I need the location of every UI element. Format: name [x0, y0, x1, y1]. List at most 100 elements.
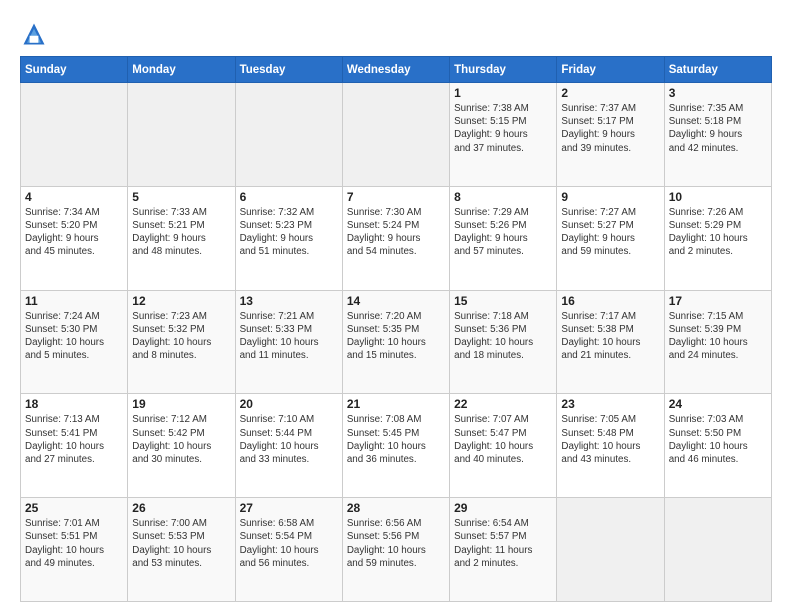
calendar-cell: 15 Sunrise: 7:18 AM Sunset: 5:36 PM Dayli…: [450, 290, 557, 394]
day-number: 22: [454, 397, 552, 411]
calendar-cell: 28Sunrise: 6:56 AM Sunset: 5:56 PM Dayli…: [342, 498, 449, 602]
calendar-cell: [342, 83, 449, 187]
day-number: 28: [347, 501, 445, 515]
header: [20, 16, 772, 48]
week-row-5: 25 Sunrise: 7:01 AM Sunset: 5:51 PM Dayli…: [21, 498, 772, 602]
day-number: 29: [454, 501, 552, 515]
day-info: Sunrise: 6:58 AM Sunset: 5:54 PM Dayligh…: [240, 517, 338, 570]
calendar-cell: 21Sunrise: 7:08 AM Sunset: 5:45 PM Dayli…: [342, 394, 449, 498]
week-row-4: 18 Sunrise: 7:13 AM Sunset: 5:41 PM Dayli…: [21, 394, 772, 498]
day-info: Sunrise: 7:30 AM Sunset: 5:24 PM Dayligh…: [347, 206, 445, 259]
weekday-header-saturday: Saturday: [664, 57, 771, 83]
day-info: Sunrise: 7:10 AM Sunset: 5:44 PM Dayligh…: [240, 413, 338, 466]
weekday-header-wednesday: Wednesday: [342, 57, 449, 83]
calendar-cell: [664, 498, 771, 602]
day-number: 24: [669, 397, 767, 411]
day-number: 9: [561, 190, 659, 204]
day-number: 5: [132, 190, 230, 204]
calendar-cell: 19Sunrise: 7:12 AM Sunset: 5:42 PM Dayli…: [128, 394, 235, 498]
day-number: 4: [25, 190, 123, 204]
calendar-cell: 3Sunrise: 7:35 AM Sunset: 5:18 PM Daylig…: [664, 83, 771, 187]
day-info: Sunrise: 7:21 AM Sunset: 5:33 PM Dayligh…: [240, 310, 338, 363]
calendar-cell: 17 Sunrise: 7:15 AM Sunset: 5:39 PM Dayli…: [664, 290, 771, 394]
day-info: Sunrise: 7:08 AM Sunset: 5:45 PM Dayligh…: [347, 413, 445, 466]
day-number: 13: [240, 294, 338, 308]
calendar-cell: 10 Sunrise: 7:26 AM Sunset: 5:29 PM Dayli…: [664, 186, 771, 290]
day-info: Sunrise: 7:05 AM Sunset: 5:48 PM Dayligh…: [561, 413, 659, 466]
week-row-3: 11Sunrise: 7:24 AM Sunset: 5:30 PM Dayli…: [21, 290, 772, 394]
calendar-cell: 18 Sunrise: 7:13 AM Sunset: 5:41 PM Dayli…: [21, 394, 128, 498]
day-number: 18: [25, 397, 123, 411]
calendar-cell: 13 Sunrise: 7:21 AM Sunset: 5:33 PM Dayli…: [235, 290, 342, 394]
calendar-cell: [128, 83, 235, 187]
day-number: 20: [240, 397, 338, 411]
calendar-cell: 23 Sunrise: 7:05 AM Sunset: 5:48 PM Dayli…: [557, 394, 664, 498]
calendar-cell: 9 Sunrise: 7:27 AM Sunset: 5:27 PM Daylig…: [557, 186, 664, 290]
week-row-2: 4 Sunrise: 7:34 AM Sunset: 5:20 PM Daylig…: [21, 186, 772, 290]
day-info: Sunrise: 7:37 AM Sunset: 5:17 PM Dayligh…: [561, 102, 659, 155]
logo-icon: [20, 20, 48, 48]
day-number: 8: [454, 190, 552, 204]
calendar-cell: 14 Sunrise: 7:20 AM Sunset: 5:35 PM Dayli…: [342, 290, 449, 394]
week-row-1: 1 Sunrise: 7:38 AM Sunset: 5:15 PM Daylig…: [21, 83, 772, 187]
day-info: Sunrise: 6:54 AM Sunset: 5:57 PM Dayligh…: [454, 517, 552, 570]
day-info: Sunrise: 7:38 AM Sunset: 5:15 PM Dayligh…: [454, 102, 552, 155]
calendar-table: SundayMondayTuesdayWednesdayThursdayFrid…: [20, 56, 772, 602]
calendar-cell: [557, 498, 664, 602]
day-number: 12: [132, 294, 230, 308]
calendar-cell: 2 Sunrise: 7:37 AM Sunset: 5:17 PM Daylig…: [557, 83, 664, 187]
calendar-cell: 26 Sunrise: 7:00 AM Sunset: 5:53 PM Dayli…: [128, 498, 235, 602]
day-info: Sunrise: 7:24 AM Sunset: 5:30 PM Dayligh…: [25, 310, 123, 363]
day-info: Sunrise: 7:34 AM Sunset: 5:20 PM Dayligh…: [25, 206, 123, 259]
day-number: 27: [240, 501, 338, 515]
calendar-cell: 8 Sunrise: 7:29 AM Sunset: 5:26 PM Daylig…: [450, 186, 557, 290]
day-number: 1: [454, 86, 552, 100]
calendar-cell: 1 Sunrise: 7:38 AM Sunset: 5:15 PM Daylig…: [450, 83, 557, 187]
weekday-header-monday: Monday: [128, 57, 235, 83]
day-number: 25: [25, 501, 123, 515]
calendar-cell: 5 Sunrise: 7:33 AM Sunset: 5:21 PM Daylig…: [128, 186, 235, 290]
weekday-header-thursday: Thursday: [450, 57, 557, 83]
day-info: Sunrise: 7:27 AM Sunset: 5:27 PM Dayligh…: [561, 206, 659, 259]
calendar-cell: 27 Sunrise: 6:58 AM Sunset: 5:54 PM Dayli…: [235, 498, 342, 602]
calendar-page: SundayMondayTuesdayWednesdayThursdayFrid…: [0, 0, 792, 612]
day-info: Sunrise: 7:17 AM Sunset: 5:38 PM Dayligh…: [561, 310, 659, 363]
calendar-cell: 16 Sunrise: 7:17 AM Sunset: 5:38 PM Dayli…: [557, 290, 664, 394]
weekday-header-tuesday: Tuesday: [235, 57, 342, 83]
day-number: 2: [561, 86, 659, 100]
day-number: 23: [561, 397, 659, 411]
calendar-cell: 11Sunrise: 7:24 AM Sunset: 5:30 PM Dayli…: [21, 290, 128, 394]
calendar-cell: 29 Sunrise: 6:54 AM Sunset: 5:57 PM Dayli…: [450, 498, 557, 602]
day-info: Sunrise: 7:00 AM Sunset: 5:53 PM Dayligh…: [132, 517, 230, 570]
day-info: Sunrise: 7:07 AM Sunset: 5:47 PM Dayligh…: [454, 413, 552, 466]
day-number: 15: [454, 294, 552, 308]
day-info: Sunrise: 7:13 AM Sunset: 5:41 PM Dayligh…: [25, 413, 123, 466]
calendar-cell: 7 Sunrise: 7:30 AM Sunset: 5:24 PM Daylig…: [342, 186, 449, 290]
day-number: 16: [561, 294, 659, 308]
weekday-header-row: SundayMondayTuesdayWednesdayThursdayFrid…: [21, 57, 772, 83]
calendar-cell: 6 Sunrise: 7:32 AM Sunset: 5:23 PM Daylig…: [235, 186, 342, 290]
calendar-cell: 12 Sunrise: 7:23 AM Sunset: 5:32 PM Dayli…: [128, 290, 235, 394]
day-info: Sunrise: 7:26 AM Sunset: 5:29 PM Dayligh…: [669, 206, 767, 259]
day-number: 10: [669, 190, 767, 204]
day-info: Sunrise: 7:15 AM Sunset: 5:39 PM Dayligh…: [669, 310, 767, 363]
day-info: Sunrise: 7:20 AM Sunset: 5:35 PM Dayligh…: [347, 310, 445, 363]
calendar-cell: 24Sunrise: 7:03 AM Sunset: 5:50 PM Dayli…: [664, 394, 771, 498]
day-info: Sunrise: 7:01 AM Sunset: 5:51 PM Dayligh…: [25, 517, 123, 570]
day-info: Sunrise: 7:23 AM Sunset: 5:32 PM Dayligh…: [132, 310, 230, 363]
day-number: 6: [240, 190, 338, 204]
weekday-header-friday: Friday: [557, 57, 664, 83]
day-info: Sunrise: 7:29 AM Sunset: 5:26 PM Dayligh…: [454, 206, 552, 259]
calendar-cell: 20 Sunrise: 7:10 AM Sunset: 5:44 PM Dayli…: [235, 394, 342, 498]
day-number: 26: [132, 501, 230, 515]
day-info: Sunrise: 7:33 AM Sunset: 5:21 PM Dayligh…: [132, 206, 230, 259]
day-number: 7: [347, 190, 445, 204]
calendar-cell: 25 Sunrise: 7:01 AM Sunset: 5:51 PM Dayli…: [21, 498, 128, 602]
day-number: 19: [132, 397, 230, 411]
day-info: Sunrise: 7:32 AM Sunset: 5:23 PM Dayligh…: [240, 206, 338, 259]
day-number: 17: [669, 294, 767, 308]
calendar-cell: [21, 83, 128, 187]
day-info: Sunrise: 7:18 AM Sunset: 5:36 PM Dayligh…: [454, 310, 552, 363]
calendar-cell: 4 Sunrise: 7:34 AM Sunset: 5:20 PM Daylig…: [21, 186, 128, 290]
day-number: 14: [347, 294, 445, 308]
